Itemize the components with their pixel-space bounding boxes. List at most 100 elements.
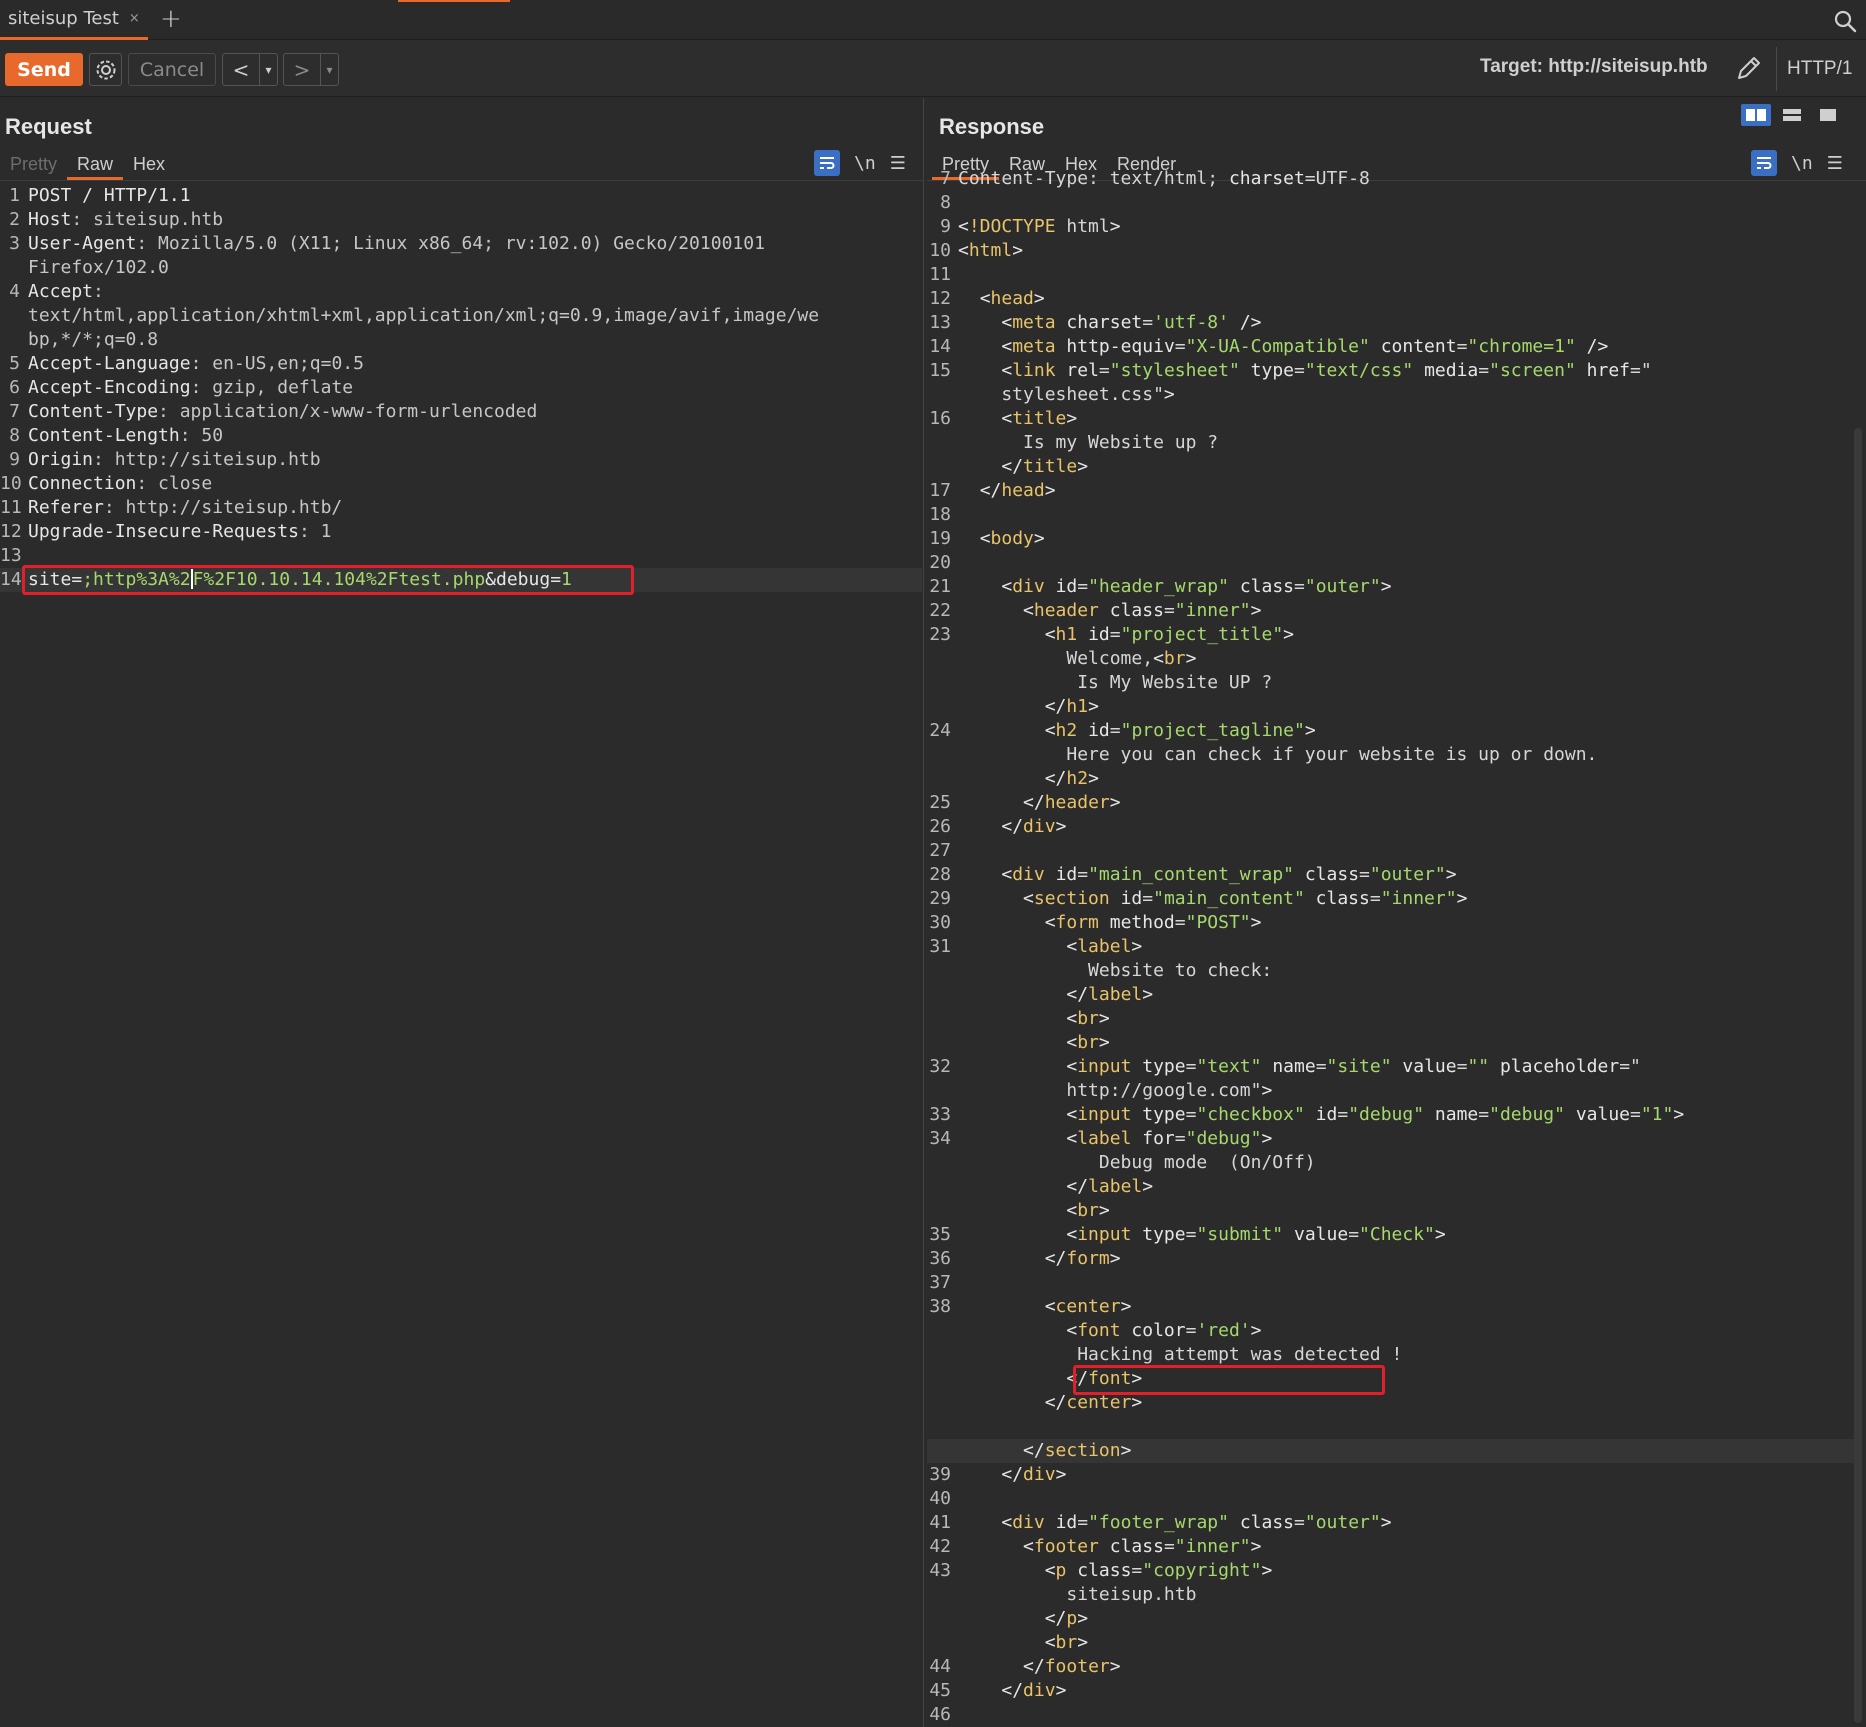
tag-bracket: <: [1066, 1128, 1078, 1149]
code-line: 41 <div id="footer_wrap" class="outer">: [927, 1511, 1862, 1535]
line-text: </p>: [958, 1607, 1088, 1631]
attr-value: "project_title": [1120, 624, 1284, 645]
tag-name: div: [1012, 1512, 1045, 1533]
attr-value: "POST": [1185, 912, 1251, 933]
tab-request-pretty[interactable]: Pretty: [0, 150, 67, 180]
edit-target-icon[interactable]: [1734, 53, 1764, 83]
attr-value: "header_wrap": [1088, 576, 1229, 597]
line-number: 7: [9, 401, 20, 422]
line-text: <html>: [958, 239, 1023, 263]
line-text: Content-Type: text/html; charset=UTF-8: [958, 167, 1370, 191]
tag-name: header: [1033, 600, 1099, 621]
response-viewer[interactable]: 7 Content-Type: text/html; charset=UTF-8 8…: [927, 167, 1862, 1727]
protocol-selector[interactable]: HTTP/1: [1776, 47, 1852, 91]
forward-dropdown-icon[interactable]: ▾: [320, 54, 338, 85]
tag-bracket: <: [1044, 1560, 1056, 1581]
response-title: Response: [939, 114, 1045, 139]
text: [1056, 336, 1067, 357]
line-text: <br>: [958, 1031, 1109, 1055]
text: =: [1174, 1128, 1186, 1149]
text: [1045, 864, 1056, 885]
tag-name: html: [968, 240, 1013, 261]
tag-name: meta: [1012, 312, 1056, 333]
line-text: </section>: [958, 1439, 1131, 1463]
text: [958, 1680, 1001, 1701]
add-tab-button[interactable]: +: [160, 4, 182, 34]
text: =: [1163, 1536, 1175, 1557]
show-newlines-icon[interactable]: \n: [854, 153, 876, 174]
forward-button[interactable]: > ▾: [283, 53, 339, 86]
tag-bracket: </: [1023, 1440, 1045, 1461]
close-tab-icon[interactable]: ×: [129, 11, 140, 26]
tag-bracket: >: [1033, 528, 1045, 549]
layout-side-by-side-icon[interactable]: [1741, 104, 1771, 126]
text: [1229, 576, 1240, 597]
tab-request-raw[interactable]: Raw: [67, 150, 124, 180]
send-button[interactable]: Send: [5, 53, 83, 86]
wrap-lines-toggle[interactable]: [814, 150, 840, 176]
response-scrollbar[interactable]: [1854, 428, 1862, 1723]
text: =: [1142, 888, 1154, 909]
tab-bar-accent: [398, 0, 510, 2]
tab-request-hex[interactable]: Hex: [123, 150, 175, 180]
text: [958, 1248, 1045, 1269]
back-arrow-icon[interactable]: <: [223, 54, 259, 85]
menu-icon[interactable]: ☰: [890, 153, 906, 174]
line-text: <p class="copyright">: [958, 1559, 1273, 1583]
tag-bracket: </: [1001, 1680, 1024, 1701]
back-button[interactable]: < ▾: [222, 53, 278, 86]
gear-icon: [96, 60, 115, 79]
attr-name: class: [1109, 1536, 1164, 1557]
text: [958, 600, 1023, 621]
text: stylesheet.css": [958, 384, 1164, 405]
layout-single-icon[interactable]: [1813, 104, 1843, 126]
tag-name: !DOCTYPE: [968, 216, 1056, 237]
text: [958, 1224, 1066, 1245]
header-name: POST / HTTP/1.1: [28, 185, 191, 206]
tag-name: font: [1077, 1320, 1121, 1341]
tab-siteisup-test[interactable]: siteisup Test ×: [0, 0, 148, 40]
code-line: 21 <div id="header_wrap" class="outer">: [927, 575, 1862, 599]
tag-bracket: <: [1066, 1320, 1078, 1341]
line-text: Content-Type: application/x-www-form-url…: [28, 400, 537, 424]
text: siteisup.htb: [958, 1584, 1197, 1605]
attr-value: "stylesheet": [1109, 360, 1240, 381]
tag-bracket: <: [1066, 1032, 1078, 1053]
text: =: [1077, 576, 1089, 597]
header-value: : gzip, deflate: [190, 377, 354, 398]
tag-name: footer: [1044, 1656, 1110, 1677]
line-text: <section id="main_content" class="inner"…: [958, 887, 1467, 911]
forward-arrow-icon[interactable]: >: [284, 54, 320, 85]
attr-value: "X-UA-Compatible": [1185, 336, 1370, 357]
attr-value: 'red': [1196, 1320, 1251, 1341]
text: =: [1294, 1512, 1305, 1533]
settings-button[interactable]: [89, 53, 122, 86]
line-number: 6: [9, 377, 20, 398]
tag-name: label: [1077, 936, 1132, 957]
code-line: 18: [927, 503, 1862, 527]
line-number: 2: [9, 209, 20, 230]
attr-name: class: [1077, 1560, 1132, 1581]
code-line: 8: [927, 191, 1862, 215]
header-name: User-Agent: [28, 233, 137, 254]
line-text: <title>: [958, 407, 1077, 431]
cancel-button[interactable]: Cancel: [128, 53, 216, 86]
attr-value: "chrome=1": [1467, 336, 1576, 357]
line-text: </title>: [958, 455, 1088, 479]
layout-stacked-icon[interactable]: [1777, 104, 1807, 126]
divider: [0, 180, 923, 181]
tag-name: form: [1066, 1248, 1110, 1269]
tag-bracket: >: [1012, 240, 1024, 261]
search-icon[interactable]: [1832, 8, 1858, 34]
request-editor[interactable]: 1 POST / HTTP/1.1 2 Host: siteisup.htb 3 User…: [0, 184, 922, 595]
back-dropdown-icon[interactable]: ▾: [259, 54, 277, 85]
highlight-box-detection: [1073, 1365, 1385, 1395]
attr-value: "submit": [1196, 1224, 1284, 1245]
tag-bracket: />: [1586, 336, 1609, 357]
code-line: </title>: [927, 455, 1862, 479]
tag-bracket: >: [1304, 720, 1316, 741]
line-number: 7: [940, 168, 951, 189]
text: [1056, 312, 1067, 333]
line-text: <div id="main_content_wrap" class="outer…: [958, 863, 1456, 887]
attr-value: "text": [1196, 1056, 1262, 1077]
